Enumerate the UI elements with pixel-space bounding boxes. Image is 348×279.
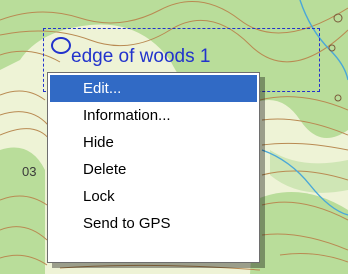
menu-item-lock[interactable]: Lock — [50, 183, 257, 210]
menu-item-send-to-gps[interactable]: Send to GPS — [50, 210, 257, 237]
menu-item-hide[interactable]: Hide — [50, 129, 257, 156]
menu-item-edit[interactable]: Edit... — [50, 75, 257, 102]
waypoint-marker-icon[interactable] — [51, 37, 71, 54]
menu-item-information[interactable]: Information... — [50, 102, 257, 129]
waypoint-label[interactable]: edge of woods 1 — [71, 46, 210, 68]
elevation-label: 03 — [22, 164, 36, 179]
context-menu: Edit... Information... Hide Delete Lock … — [47, 72, 260, 263]
menu-item-delete[interactable]: Delete — [50, 156, 257, 183]
